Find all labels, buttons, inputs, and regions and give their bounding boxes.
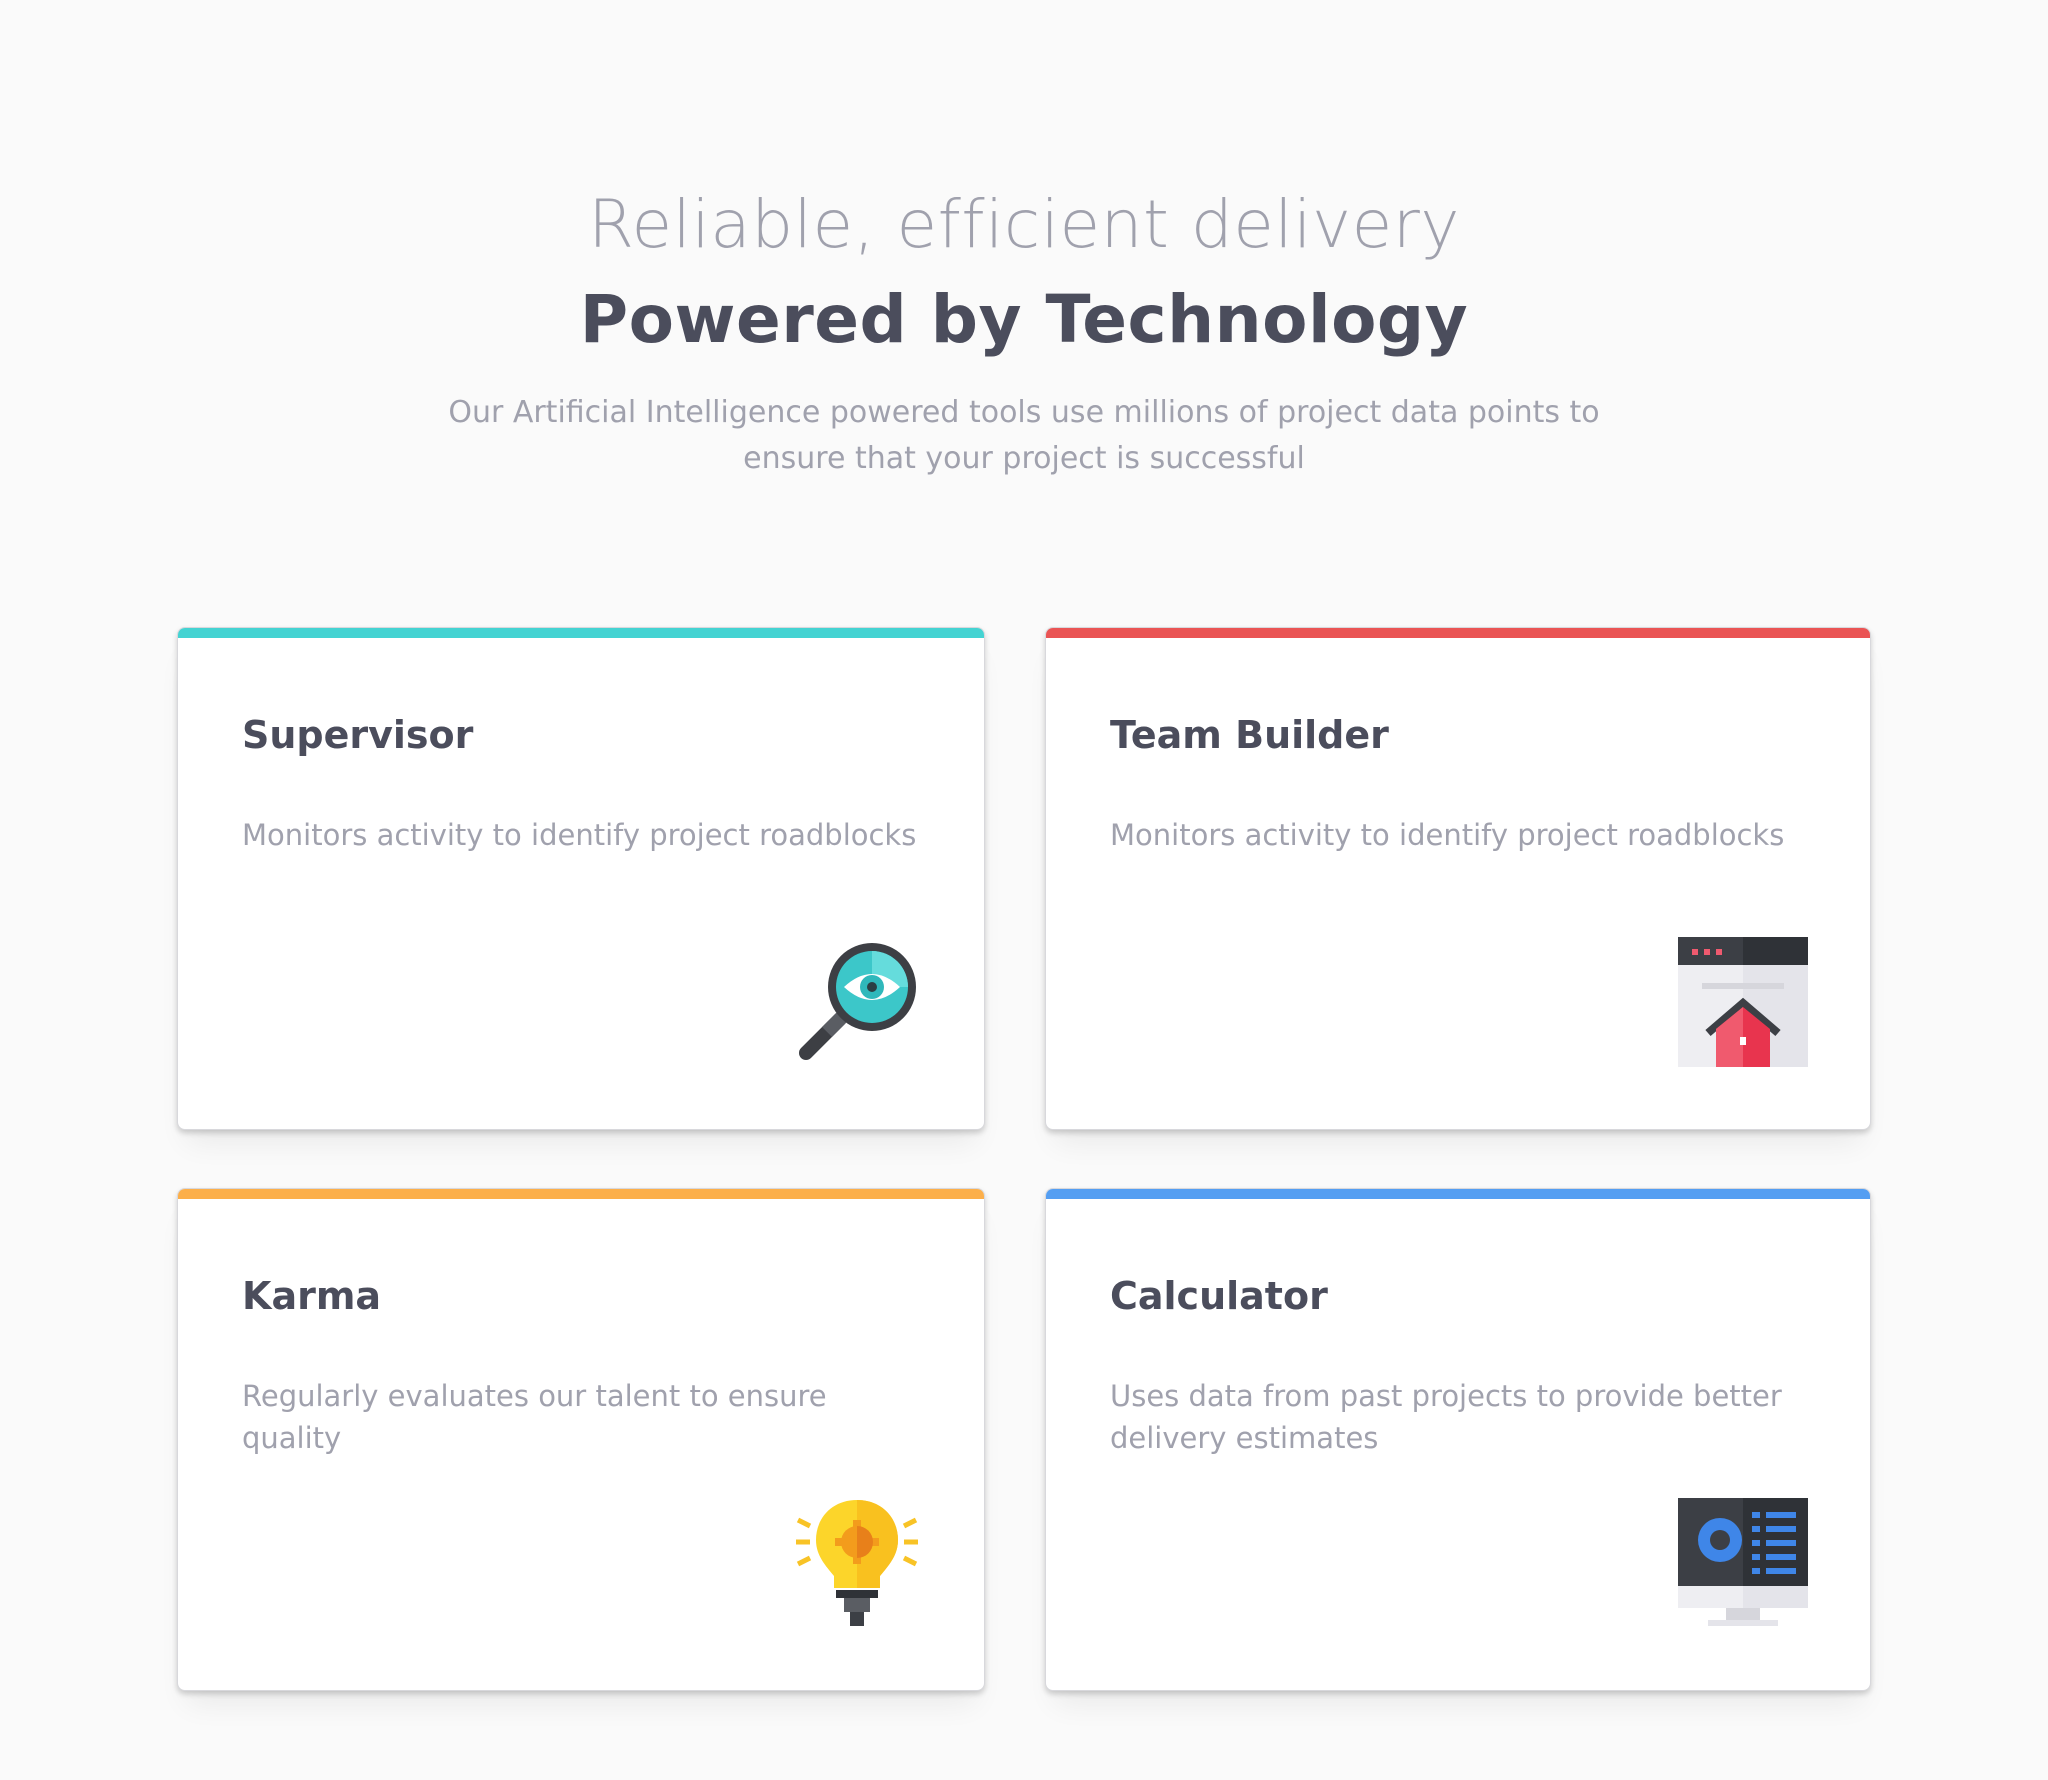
card-title: Calculator — [1110, 1274, 1328, 1318]
card-supervisor: Supervisor Monitors activity to identify… — [177, 627, 985, 1130]
card-accent-bar — [1046, 1189, 1870, 1199]
magnifier-eye-icon — [799, 943, 916, 1060]
lightbulb-gear-icon — [796, 1500, 918, 1626]
card-accent-bar — [178, 1189, 984, 1199]
card-description: Uses data from past projects to provide … — [1110, 1379, 1782, 1455]
card-team-builder: Team Builder Monitors activity to identi… — [1045, 627, 1871, 1130]
card-description: Monitors activity to identify project ro… — [1110, 818, 1785, 852]
browser-house-icon — [1678, 937, 1808, 1067]
card-calculator: Calculator Uses data from past projects … — [1045, 1188, 1871, 1691]
card-description: Monitors activity to identify project ro… — [242, 818, 917, 852]
monitor-dashboard-icon — [1678, 1498, 1808, 1626]
section-subtitle: Our Artificial Intelligence powered tool… — [448, 395, 1600, 476]
card-accent-bar — [178, 628, 984, 638]
card-title: Karma — [242, 1274, 382, 1318]
card-description: Regularly evaluates our talent to ensure… — [242, 1379, 827, 1455]
section-eyebrow: Reliable, efficient delivery — [588, 186, 1460, 263]
card-title: Team Builder — [1110, 713, 1389, 757]
section-title: Powered by Technology — [579, 281, 1469, 358]
card-accent-bar — [1046, 628, 1870, 638]
card-title: Supervisor — [242, 713, 474, 757]
card-karma: Karma Regularly evaluates our talent to … — [177, 1188, 985, 1691]
